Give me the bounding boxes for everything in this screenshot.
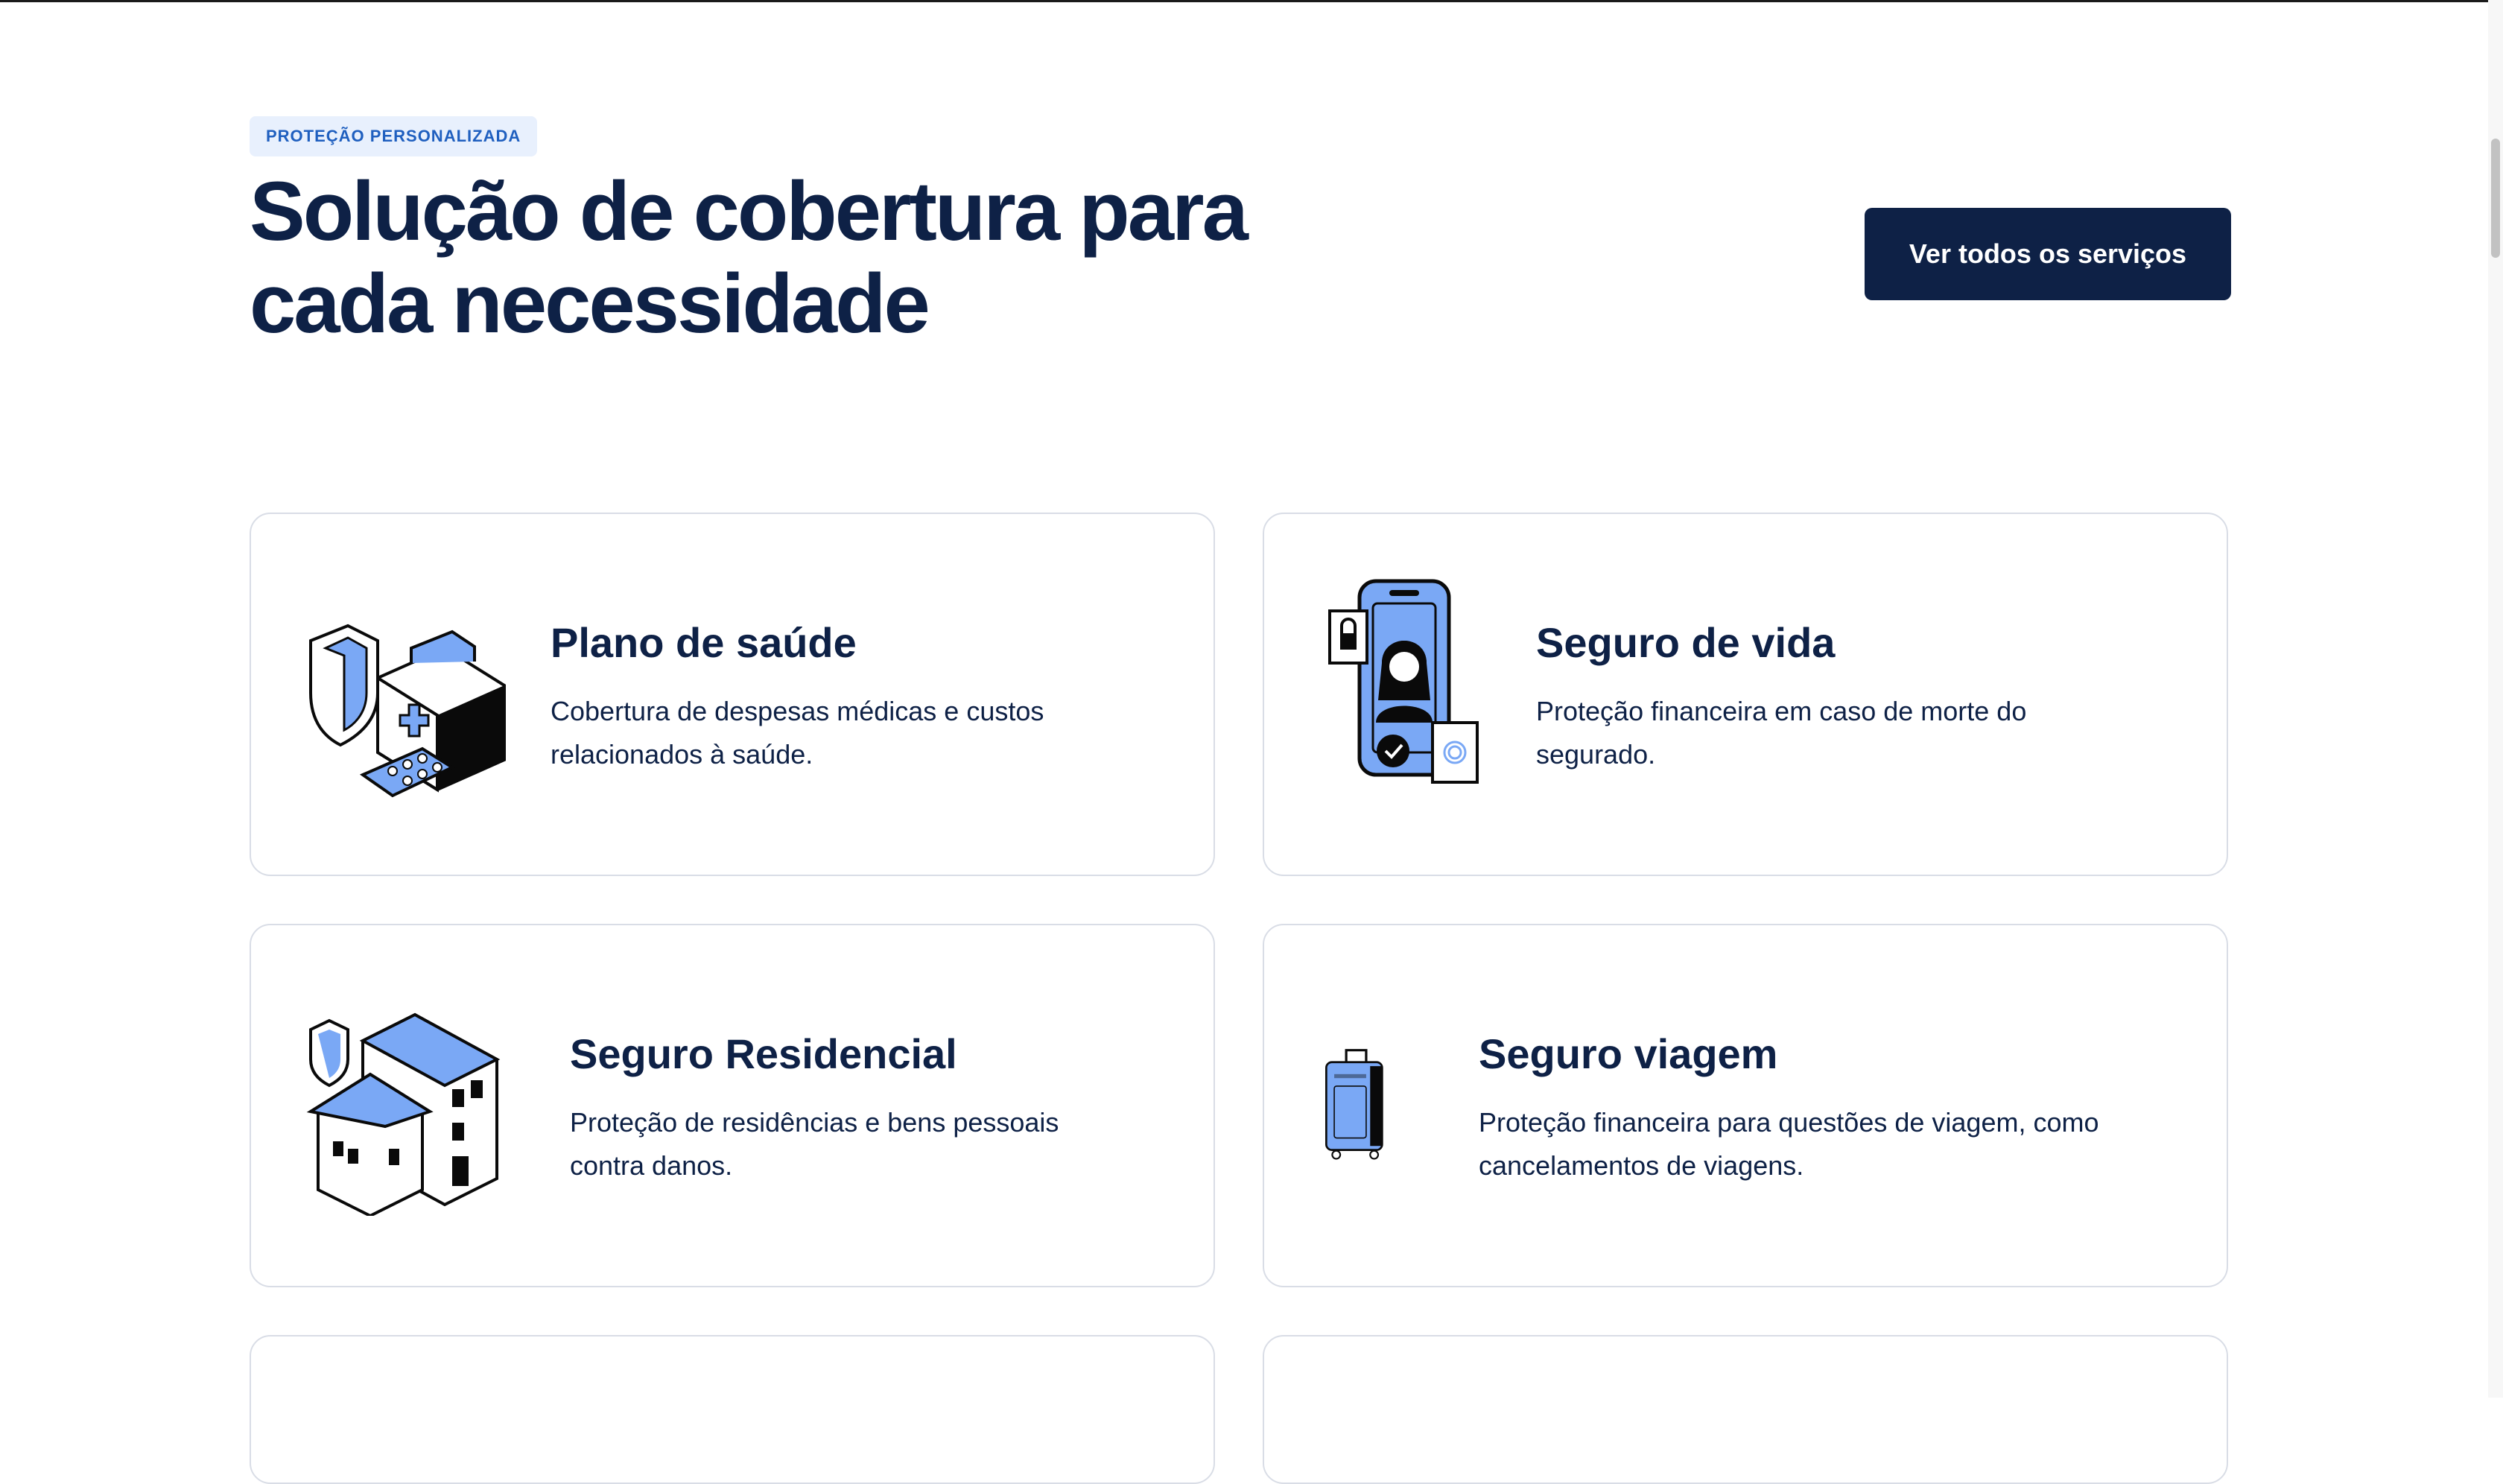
card-title: Seguro Residencial [570,1030,957,1077]
card-description: Cobertura de despesas médicas e custos r… [551,696,1044,770]
card-title: Plano de saúde [551,619,857,666]
service-card-partial-left[interactable] [250,1335,1215,1484]
section-eyebrow: PROTEÇÃO PERSONALIZADA [250,116,538,156]
headline-line-2: cada necessidade [250,257,930,350]
section-headline: Solução de cobertura para cada necessida… [250,165,1292,350]
top-border [0,0,2503,2]
service-card-seguro-de-vida[interactable]: Seguro de vida Proteção financeira em ca… [1263,513,2228,876]
phone-identity-icon [1328,579,1479,784]
vertical-scrollbar[interactable] [2488,0,2503,1398]
luggage-icon [1325,1049,1383,1160]
scrollbar-thumb[interactable] [2491,139,2500,258]
service-card-seguro-viagem[interactable]: Seguro viagem Proteção financeira para q… [1263,924,2228,1287]
view-all-services-button[interactable]: Ver todos os serviços [1865,208,2231,300]
medical-kit-icon [309,624,506,798]
headline-line-1: Solução de cobertura para [250,165,1249,258]
service-card-partial-right[interactable] [1263,1335,2228,1484]
card-description: Proteção financeira em caso de morte do … [1536,696,2027,770]
service-card-seguro-residencial[interactable]: Seguro Residencial Proteção de residênci… [250,924,1215,1287]
houses-icon [306,1012,501,1216]
card-title: Seguro viagem [1479,1030,1778,1077]
card-title: Seguro de vida [1536,619,1836,666]
service-card-plano-de-saude[interactable]: Plano de saúde Cobertura de despesas méd… [250,513,1215,876]
card-description: Proteção financeira para questões de via… [1479,1107,2099,1181]
page: PROTEÇÃO PERSONALIZADA Solução de cobert… [0,0,2503,1484]
card-description: Proteção de residências e bens pessoais … [570,1107,1059,1181]
